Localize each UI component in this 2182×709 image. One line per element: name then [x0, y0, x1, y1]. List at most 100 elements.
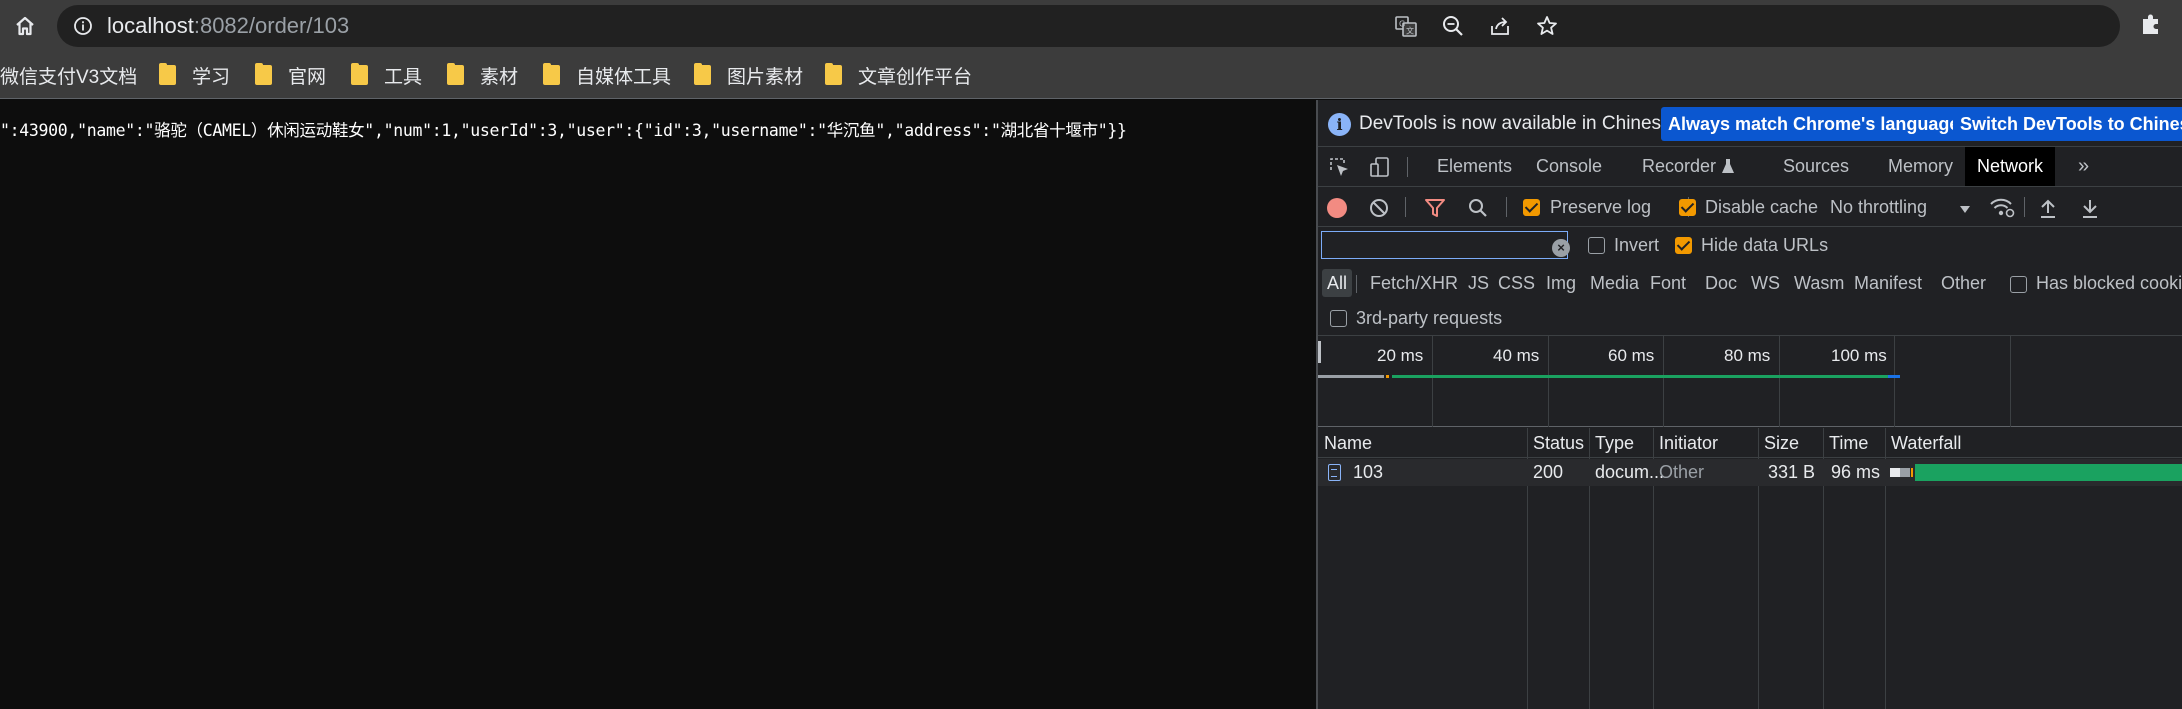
bookmark-folder[interactable]: 工具	[351, 61, 422, 89]
network-conditions-icon[interactable]	[1989, 197, 2015, 224]
column-header-status[interactable]: Status	[1527, 428, 1584, 458]
hide-data-urls-checkbox[interactable]	[1675, 237, 1692, 254]
tab-console[interactable]: Console	[1536, 147, 1602, 186]
flask-icon	[1721, 149, 1735, 188]
always-match-language-button[interactable]: Always match Chrome's language	[1661, 107, 1967, 141]
overview-handle[interactable]	[1318, 341, 1321, 363]
filter-input[interactable]: ×	[1321, 231, 1570, 259]
svg-text:G: G	[1399, 20, 1405, 29]
overview-gridline	[1663, 336, 1664, 427]
has-blocked-cookies-checkbox[interactable]	[2010, 276, 2027, 293]
cell-time: 96 ms	[1830, 462, 1880, 482]
type-filter-manifest[interactable]: Manifest	[1854, 269, 1922, 297]
bookmark-star-icon[interactable]	[1534, 13, 1560, 39]
export-har-icon[interactable]	[2080, 197, 2100, 224]
record-icon[interactable]	[1327, 198, 1347, 218]
overview-gridline	[1548, 336, 1549, 427]
bookmark-folder[interactable]: 素材	[447, 61, 518, 89]
overview-bar-load	[1888, 375, 1900, 378]
tab-sources[interactable]: Sources	[1783, 147, 1849, 186]
type-filter-img[interactable]: Img	[1546, 269, 1576, 297]
url-text: localhost:8082/order/103	[107, 14, 349, 38]
home-icon[interactable]	[10, 11, 40, 41]
folder-icon	[694, 63, 711, 85]
folder-icon	[447, 63, 464, 85]
devtools-tabbar: Elements Console Recorder Sources Memory…	[1318, 147, 2182, 187]
inspect-element-icon[interactable]	[1328, 156, 1350, 178]
share-icon[interactable]	[1487, 13, 1513, 39]
bookmark-folder[interactable]: 学习	[159, 61, 230, 89]
overview-tick-label: 100 ms	[1831, 346, 1887, 365]
column-header-time[interactable]: Time	[1823, 428, 1868, 458]
tab-recorder[interactable]: Recorder	[1642, 147, 1735, 186]
tab-recorder-label: Recorder	[1642, 156, 1717, 176]
type-filter-wasm[interactable]: Wasm	[1794, 269, 1844, 297]
extensions-icon[interactable]	[2138, 11, 2168, 41]
page-content: ":43900,"name":"骆驼（CAMEL）休闲运动鞋女","num":1…	[0, 100, 1316, 709]
tab-network[interactable]: Network	[1965, 147, 2056, 186]
overview-bar-waiting	[1318, 375, 1384, 378]
zoom-icon[interactable]	[1440, 13, 1466, 39]
bookmark-label: 素材	[480, 66, 519, 88]
preserve-log-checkbox[interactable]	[1523, 199, 1540, 216]
search-icon[interactable]	[1468, 198, 1488, 223]
bookmark-label: 文章创作平台	[858, 66, 973, 88]
tab-memory[interactable]: Memory	[1888, 147, 1953, 186]
type-filter-other[interactable]: Other	[1941, 269, 1986, 297]
toolbar-separator	[2024, 197, 2025, 217]
has-blocked-cookies-label: Has blocked cookies	[2036, 273, 2182, 293]
network-overview[interactable]: 20 ms 40 ms 60 ms 80 ms 100 ms	[1318, 336, 2182, 427]
more-tabs-icon[interactable]: »	[2078, 147, 2089, 186]
third-party-checkbox[interactable]	[1330, 310, 1347, 327]
switch-to-chinese-button[interactable]: Switch DevTools to Chinese	[1953, 107, 2182, 141]
bookmark-label: 图片素材	[727, 66, 804, 88]
bookmark-folder[interactable]: 文章创作平台	[825, 61, 972, 89]
column-header-type[interactable]: Type	[1589, 428, 1634, 458]
import-har-icon[interactable]	[2038, 197, 2058, 224]
type-filter-font[interactable]: Font	[1650, 269, 1686, 297]
toolbar-separator	[1405, 197, 1406, 217]
filter-row: × Invert Hide data URLs	[1318, 227, 2182, 265]
waterfall-dns-bar	[1911, 468, 1913, 477]
overview-bar-download	[1392, 375, 1888, 378]
bookmark-folder[interactable]: 官网	[255, 61, 326, 89]
throttling-select[interactable]: No throttling	[1830, 197, 1927, 218]
document-icon	[1328, 464, 1341, 481]
clear-icon[interactable]	[1369, 198, 1389, 223]
column-header-size[interactable]: Size	[1758, 428, 1799, 458]
tab-elements[interactable]: Elements	[1437, 147, 1512, 186]
bookmark-folder[interactable]: 图片素材	[694, 61, 803, 89]
column-header-initiator[interactable]: Initiator	[1653, 428, 1718, 458]
resource-type-filters: All Fetch/XHR JS CSS Img Media Font Doc …	[1318, 265, 2182, 301]
invert-checkbox[interactable]	[1588, 237, 1605, 254]
type-filter-doc[interactable]: Doc	[1705, 269, 1737, 297]
network-toolbar: Preserve log Disable cache No throttling	[1318, 187, 2182, 227]
toolbar-separator	[1506, 197, 1507, 217]
column-header-waterfall[interactable]: Waterfall	[1885, 428, 1961, 458]
address-bar[interactable]: localhost:8082/order/103 G文	[57, 5, 2120, 47]
clear-filter-icon[interactable]: ×	[1552, 239, 1570, 257]
translate-icon[interactable]: G文	[1393, 13, 1419, 39]
site-info-icon[interactable]	[73, 16, 93, 36]
disable-cache-checkbox[interactable]	[1679, 199, 1696, 216]
device-toolbar-icon[interactable]	[1369, 156, 1391, 178]
overview-gridline	[2010, 336, 2011, 427]
bookmark-folder[interactable]: 自媒体工具	[543, 61, 671, 89]
type-filter-media[interactable]: Media	[1590, 269, 1639, 297]
overview-gridline	[1432, 336, 1433, 427]
type-filter-ws[interactable]: WS	[1751, 269, 1780, 297]
type-filter-fetch-xhr[interactable]: Fetch/XHR	[1370, 269, 1458, 297]
filter-icon[interactable]	[1424, 198, 1446, 223]
bookmark-item[interactable]: 微信支付V3文档	[0, 61, 137, 89]
cell-size: 331 B	[1767, 462, 1815, 482]
type-filter-js[interactable]: JS	[1468, 269, 1489, 297]
browser-toolbar: localhost:8082/order/103 G文	[0, 0, 2182, 52]
table-row[interactable]: 103 200 docum... Other 331 B 96 ms	[1318, 459, 2182, 486]
dropdown-arrow-icon[interactable]	[1959, 202, 1971, 220]
cell-initiator: Other	[1659, 462, 1705, 482]
type-filter-css[interactable]: CSS	[1498, 269, 1535, 297]
cell-type: docum...	[1595, 462, 1665, 482]
overview-tick-label: 20 ms	[1377, 346, 1424, 365]
type-filter-all[interactable]: All	[1322, 269, 1353, 297]
column-header-name[interactable]: Name	[1318, 428, 1372, 458]
